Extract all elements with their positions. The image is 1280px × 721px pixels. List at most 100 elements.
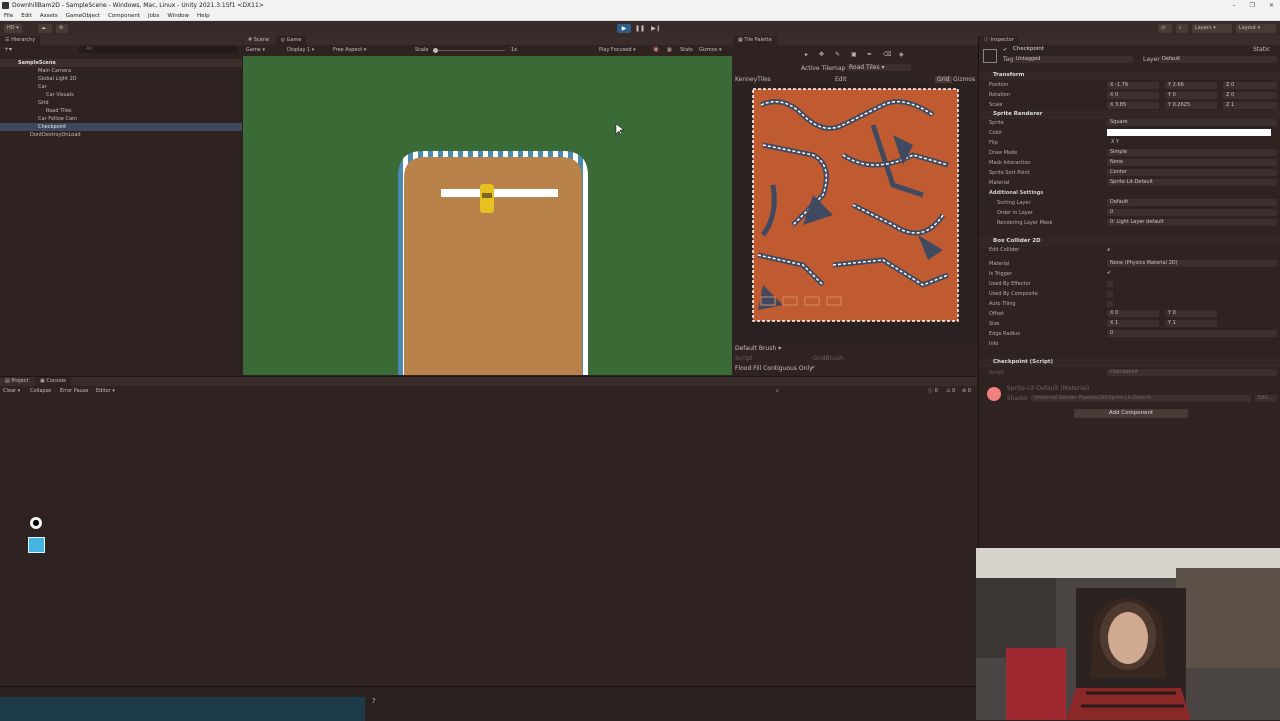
aspect-dropdown[interactable]: Free Aspect ▾ (333, 45, 366, 56)
scale-y-field[interactable]: Y 0.2625 (1165, 102, 1217, 109)
auto-tiling-checkbox[interactable] (1107, 301, 1113, 307)
cloud-icon[interactable]: ☁ (38, 24, 52, 33)
hierarchy-item-car[interactable]: Car (0, 83, 242, 91)
draw-mode-dropdown[interactable]: Simple (1107, 149, 1277, 156)
shader-dropdown[interactable]: Universal Render Pipeline/2D/Sprite-Lit-… (1031, 395, 1251, 402)
add-icon[interactable]: +▾ (4, 46, 12, 53)
stats-icon[interactable]: ▦ (667, 45, 672, 56)
scale-slider-handle[interactable] (433, 48, 438, 53)
mask-interaction-dropdown[interactable]: None (1107, 159, 1277, 166)
palette-edit-button[interactable]: Edit (835, 76, 847, 83)
image-file-icon[interactable] (28, 537, 45, 553)
color-swatch[interactable] (1107, 129, 1271, 136)
size-x-field[interactable]: X 1 (1107, 320, 1159, 327)
display-dropdown[interactable]: Display 1 ▾ (287, 45, 314, 56)
tab-game[interactable]: ◎ Game (275, 36, 307, 45)
menu-jobs[interactable]: Jobs (148, 11, 159, 20)
rotation-x-field[interactable]: X 0 (1107, 92, 1159, 99)
box-fill-tool-icon[interactable]: ▣ (851, 51, 857, 58)
hierarchy-item-dontdestroyonload[interactable]: DontDestroyOnLoad (0, 131, 242, 139)
step-button[interactable]: ▶❙ (649, 24, 663, 33)
warning-count[interactable]: ⚠ 0 (946, 386, 955, 396)
edge-radius-field[interactable]: 0 (1107, 330, 1277, 337)
hierarchy-item-main-camera[interactable]: Main Camera (0, 67, 242, 75)
move-tool-icon[interactable]: ✥ (819, 51, 824, 58)
error-pause-button[interactable]: Error Pause (60, 386, 88, 396)
brush-dropdown[interactable]: Default Brush ▾ (735, 345, 781, 352)
hierarchy-item-road-tiles[interactable]: Road Tiles (0, 107, 242, 115)
gizmos-button[interactable]: Gizmos ▾ (699, 45, 722, 56)
palette-canvas[interactable] (733, 85, 978, 345)
hierarchy-item-car-visuals[interactable]: Car Visuals (0, 91, 242, 99)
palette-dropdown[interactable]: KenneyTiles (735, 76, 771, 83)
tab-hierarchy[interactable]: ☰ Hierarchy (0, 36, 41, 45)
editor-dropdown[interactable]: Editor ▾ (96, 386, 115, 396)
collider-material-field[interactable]: None (Physics Material 2D) (1107, 260, 1277, 267)
collapse-button[interactable]: Collapse (30, 386, 51, 396)
active-checkbox[interactable]: ✔ (1003, 47, 1007, 53)
play-button[interactable]: ▶ (617, 24, 631, 33)
position-y-field[interactable]: Y 2.66 (1165, 82, 1217, 89)
sort-point-dropdown[interactable]: Center (1107, 169, 1277, 176)
checkpoint-script-header[interactable]: Checkpoint (Script) (979, 358, 1280, 367)
hierarchy-item-samplescene[interactable]: SampleScene (0, 59, 242, 67)
sprite-field[interactable]: Square (1107, 119, 1277, 126)
add-component-button[interactable]: Add Component (1074, 409, 1188, 418)
additional-settings-foldout[interactable]: Additional Settings (989, 189, 1043, 197)
tag-dropdown[interactable]: Untagged (1013, 56, 1133, 63)
minimize-button[interactable]: – (1233, 0, 1236, 11)
object-name-field[interactable]: Checkpoint (1013, 46, 1044, 52)
tab-tile-palette[interactable]: ▦ Tile Palette (733, 36, 777, 45)
is-trigger-checkbox[interactable]: ✔ (1107, 270, 1111, 276)
history-icon[interactable]: ◷ (1158, 24, 1172, 33)
transform-header[interactable]: Transform (979, 71, 1280, 80)
palette-gizmos-toggle[interactable]: Gizmos (953, 76, 975, 83)
flip-xy-toggles[interactable]: X Y (1111, 139, 1119, 145)
menu-file[interactable]: File (4, 11, 13, 20)
error-count[interactable]: ⊘ 0 (962, 386, 971, 396)
picker-tool-icon[interactable]: ✒ (867, 51, 872, 58)
search-icon[interactable]: ⌕ (1176, 24, 1188, 33)
maximize-button[interactable]: ❐ (1250, 0, 1255, 11)
fill-tool-icon[interactable]: ◈ (899, 51, 904, 58)
rendering-layer-mask-dropdown[interactable]: 0: Light Layer default (1107, 219, 1277, 226)
hierarchy-item-car-follow-cam[interactable]: Car Follow Cam (0, 115, 242, 123)
menu-window[interactable]: Window (167, 11, 189, 20)
console-search-icon[interactable]: ⌕ (776, 386, 779, 396)
rotation-y-field[interactable]: Y 0 (1165, 92, 1217, 99)
scale-z-field[interactable]: Z 1 (1223, 102, 1277, 109)
paint-tool-icon[interactable]: ✎ (835, 51, 840, 58)
mute-audio-icon[interactable]: 🔇 (653, 45, 659, 56)
static-toggle[interactable]: Static (1253, 46, 1270, 53)
info-foldout[interactable]: Info (989, 340, 998, 348)
menu-gameobject[interactable]: GameObject (66, 11, 100, 20)
size-y-field[interactable]: Y 1 (1165, 320, 1217, 327)
position-x-field[interactable]: X -1.79 (1107, 82, 1159, 89)
game-viewport[interactable] (243, 56, 732, 375)
used-by-effector-checkbox[interactable] (1107, 281, 1113, 287)
scale-x-field[interactable]: X 3.85 (1107, 102, 1159, 109)
material-field[interactable]: Sprite-Lit-Default (1107, 179, 1277, 186)
box-collider-header[interactable]: Box Collider 2D (979, 237, 1280, 246)
active-tilemap-dropdown[interactable]: Road Tiles ▾ (847, 64, 911, 71)
menu-component[interactable]: Component (108, 11, 140, 20)
shader-edit-button[interactable]: Edit... (1255, 395, 1277, 402)
menu-edit[interactable]: Edit (21, 11, 32, 20)
position-z-field[interactable]: Z 0 (1223, 82, 1277, 89)
hierarchy-item-checkpoint[interactable]: Checkpoint (0, 123, 242, 131)
menu-help[interactable]: Help (197, 11, 210, 20)
rotation-z-field[interactable]: Z 0 (1223, 92, 1277, 99)
collab-icon[interactable]: ⚙ (56, 24, 68, 33)
play-focused-dropdown[interactable]: Play Focused ▾ (599, 45, 636, 56)
offset-y-field[interactable]: Y 0 (1165, 310, 1217, 317)
account-dropdown[interactable]: HD ▾ (4, 24, 22, 33)
hierarchy-item-global-light[interactable]: Global Light 2D (0, 75, 242, 83)
layer-dropdown[interactable]: Default (1159, 56, 1277, 63)
help-icon[interactable]: ? (372, 697, 376, 705)
hierarchy-item-grid[interactable]: Grid (0, 99, 242, 107)
layers-dropdown[interactable]: Layers ▾ (1192, 24, 1232, 33)
close-button[interactable]: ✕ (1269, 0, 1274, 11)
sprite-renderer-header[interactable]: Sprite Renderer (979, 110, 1280, 119)
tab-project[interactable]: ▤ Project (0, 377, 33, 386)
layout-dropdown[interactable]: Layout ▾ (1236, 24, 1276, 33)
